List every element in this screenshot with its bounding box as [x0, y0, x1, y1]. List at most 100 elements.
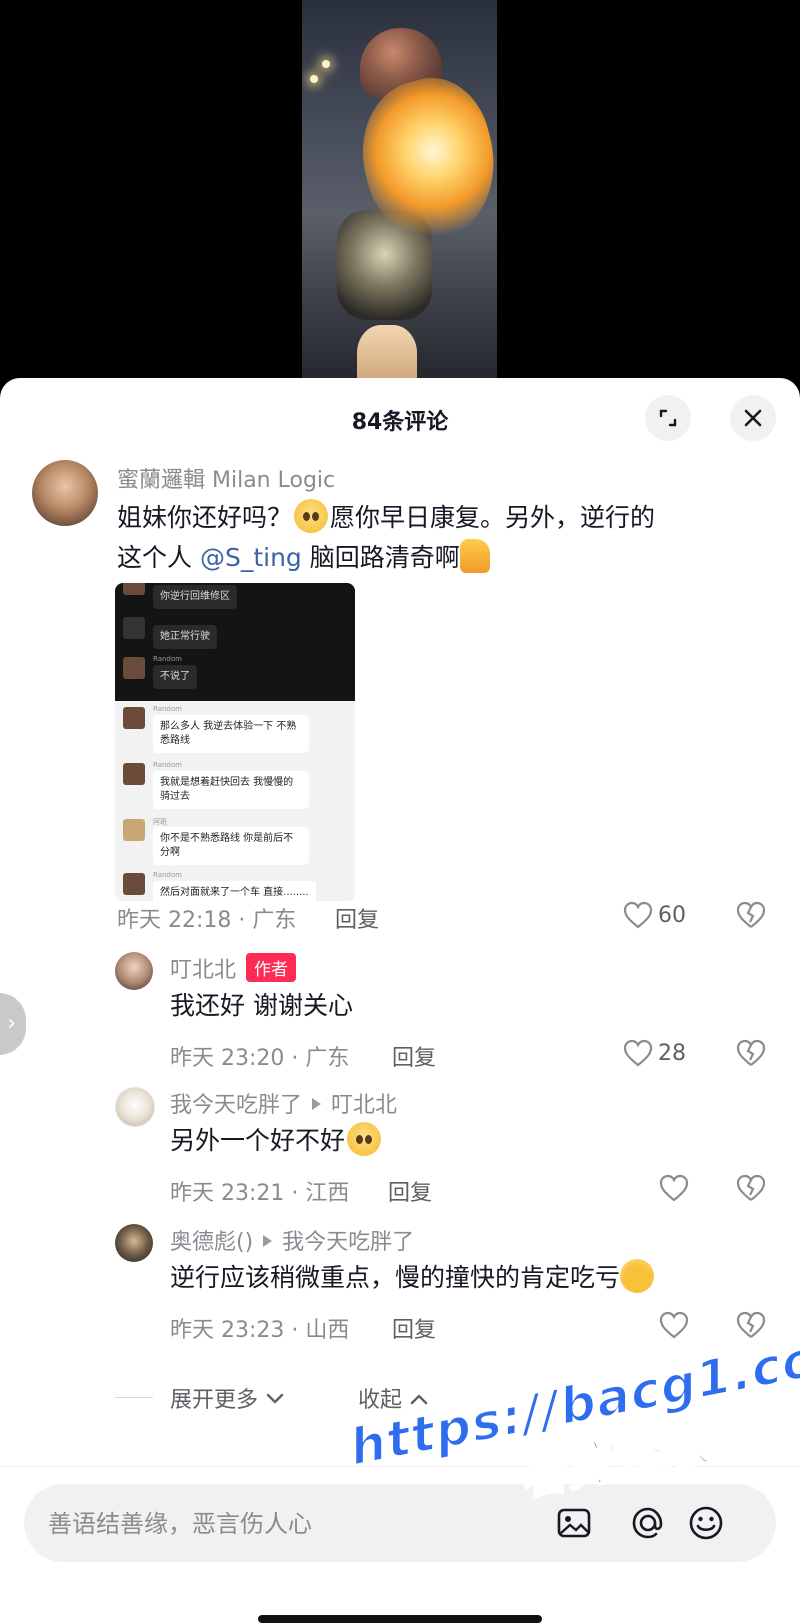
comment-composer[interactable] — [24, 1484, 776, 1562]
comment-username[interactable]: 奥德彪() 我今天吃胖了 — [170, 1224, 414, 1256]
dislike-button[interactable] — [735, 1173, 767, 1207]
reply-to-username[interactable]: 我今天吃胖了 — [282, 1230, 414, 1255]
chat-bubble: 我就是想着赶快回去 我慢慢的骑过去 — [153, 771, 309, 809]
heart-icon — [659, 1174, 689, 1202]
comment-text-part: 脑回路清奇啊 — [301, 543, 460, 572]
comment-time-location: 昨天 23:20 · 广东 — [170, 1046, 350, 1071]
comment-text-part: 愿你早日康复。另外，逆行的 — [330, 503, 656, 532]
crying-emoji-icon — [347, 1122, 382, 1156]
chevron-down-icon — [266, 1393, 284, 1404]
divider — [115, 1397, 153, 1398]
crying-emoji-icon — [294, 499, 329, 533]
close-button[interactable] — [730, 395, 776, 441]
video-frame[interactable] — [302, 0, 497, 390]
reply-item: 叮北北 作者 我还好 谢谢关心 昨天 23:20 · 广东 回复 28 — [0, 946, 800, 1076]
comment-text-part: 逆行应该稍微重点，慢的撞快的肯定吃亏 — [170, 1263, 621, 1292]
home-indicator — [258, 1615, 542, 1623]
reply-item: 我今天吃胖了 叮北北 另外一个好不好 昨天 23:21 · 江西 回复 — [0, 1081, 800, 1211]
comment-image[interactable]: 你逆行回维修区 她正常行驶 Random 不说了 Random 那么多人 我逆去… — [115, 583, 355, 901]
dislike-icon — [736, 1311, 766, 1338]
dislike-button[interactable] — [735, 1038, 767, 1072]
dislike-button[interactable] — [735, 900, 767, 934]
dislike-button[interactable] — [735, 1310, 767, 1344]
chat-sender: 阿斑 — [153, 818, 167, 826]
chevron-up-icon — [410, 1394, 428, 1405]
comment-text[interactable]: 姐妹你还好吗？ 愿你早日康复。另外，逆行的 — [117, 498, 655, 538]
reply-item: 奥德彪() 我今天吃胖了 逆行应该稍微重点，慢的撞快的肯定吃亏 昨天 23:23 … — [0, 1218, 800, 1348]
like-button[interactable] — [658, 1310, 690, 1340]
divider — [0, 1466, 800, 1467]
reply-button[interactable]: 回复 — [388, 1175, 432, 1207]
comment-time-location: 昨天 22:18 · 广东 — [117, 908, 297, 933]
expand-icon — [659, 409, 677, 427]
reply-to-username[interactable]: 叮北北 — [331, 1093, 397, 1118]
comment-text[interactable]: 我还好 谢谢关心 — [170, 986, 353, 1026]
avatar[interactable] — [115, 1224, 153, 1262]
video-player[interactable] — [0, 0, 800, 400]
chevron-right-icon: › — [7, 1011, 16, 1036]
thread-controls: 展开更多 收起 — [0, 1378, 800, 1418]
chat-sender: Random — [153, 655, 182, 663]
dislike-icon — [736, 1174, 766, 1201]
emoji-icon[interactable] — [686, 1503, 726, 1543]
avatar[interactable] — [115, 1087, 155, 1127]
collapse-button[interactable]: 收起 — [358, 1382, 429, 1414]
chat-bubble: 然后对面就来了一个车 直接........ — [153, 881, 316, 901]
comment-text-line[interactable]: 这个人 @S_ting 脑回路清奇啊 — [117, 538, 490, 578]
comment-input[interactable] — [46, 1498, 530, 1550]
reply-button[interactable]: 回复 — [392, 1312, 436, 1344]
chat-avatar — [123, 819, 145, 841]
chat-avatar — [123, 763, 145, 785]
comment-sheet: 84条评论 蜜蘭邏輯 Milan Logic 姐妹你还好吗？ 愿你早日康复。另外，… — [0, 378, 800, 1623]
chat-message: Random 然后对面就来了一个车 直接........ — [115, 871, 355, 901]
heart-icon — [659, 1311, 689, 1339]
laughing-emoji-icon — [615, 1254, 659, 1298]
like-count: 60 — [658, 902, 686, 928]
dislike-icon — [736, 1039, 766, 1066]
street-light — [310, 75, 318, 83]
expand-more-label: 展开更多 — [170, 1388, 259, 1413]
comment-text[interactable]: 逆行应该稍微重点，慢的撞快的肯定吃亏 — [170, 1254, 659, 1298]
thumbs-up-emoji-icon — [459, 539, 490, 573]
comment-text[interactable]: 另外一个好不好 — [170, 1121, 383, 1161]
comment-username[interactable]: 叮北北 作者 — [170, 952, 297, 984]
chat-avatar — [123, 873, 145, 895]
comment-text-part: 这个人 — [117, 543, 200, 572]
reply-arrow-icon — [263, 1235, 273, 1247]
comment-username[interactable]: 蜜蘭邏輯 Milan Logic — [117, 462, 335, 494]
at-icon[interactable] — [628, 1503, 668, 1543]
chat-message: 阿斑 你不是不熟悉路线 你是前后不分啊 — [115, 817, 355, 867]
comment-time-location: 昨天 23:23 · 山西 — [170, 1318, 350, 1343]
reply-button[interactable]: 回复 — [392, 1040, 436, 1072]
chat-message: 你逆行回维修区 — [115, 583, 355, 609]
comment-item: 蜜蘭邏輯 Milan Logic 姐妹你还好吗？ 愿你早日康复。另外，逆行的 这个… — [0, 458, 800, 933]
mention-link[interactable]: @S_ting — [200, 543, 302, 572]
chat-message: Random 我就是想着赶快回去 我慢慢的骑过去 — [115, 761, 355, 811]
image-icon[interactable] — [554, 1503, 594, 1543]
author-badge: 作者 — [246, 953, 297, 982]
comment-text-part: 姐妹你还好吗？ — [117, 503, 293, 532]
dislike-icon — [736, 901, 766, 928]
close-icon — [744, 409, 762, 427]
reply-button[interactable]: 回复 — [335, 902, 379, 934]
expand-button[interactable] — [645, 395, 691, 441]
chat-bubble: 那么多人 我逆去体验一下 不熟悉路线 — [153, 715, 309, 753]
like-button[interactable] — [658, 1173, 690, 1203]
comment-username[interactable]: 我今天吃胖了 叮北北 — [170, 1087, 397, 1119]
heart-icon — [623, 901, 653, 929]
like-button[interactable]: 28 — [622, 1038, 686, 1068]
chat-bubble: 你不是不熟悉路线 你是前后不分啊 — [153, 827, 309, 865]
chat-sender: Random — [153, 705, 182, 713]
collapse-label: 收起 — [358, 1388, 403, 1413]
chat-bubble: 她正常行驶 — [153, 625, 217, 649]
sheet-header: 84条评论 — [0, 378, 800, 458]
heart-icon — [623, 1039, 653, 1067]
chat-bubble: 你逆行回维修区 — [153, 585, 237, 609]
chat-sender: Random — [153, 871, 182, 879]
avatar[interactable] — [115, 952, 153, 990]
reply-arrow-icon — [312, 1098, 322, 1110]
like-button[interactable]: 60 — [622, 900, 686, 930]
chat-message: 她正常行驶 — [115, 615, 355, 651]
avatar[interactable] — [32, 460, 98, 526]
expand-more-button[interactable]: 展开更多 — [170, 1382, 285, 1414]
